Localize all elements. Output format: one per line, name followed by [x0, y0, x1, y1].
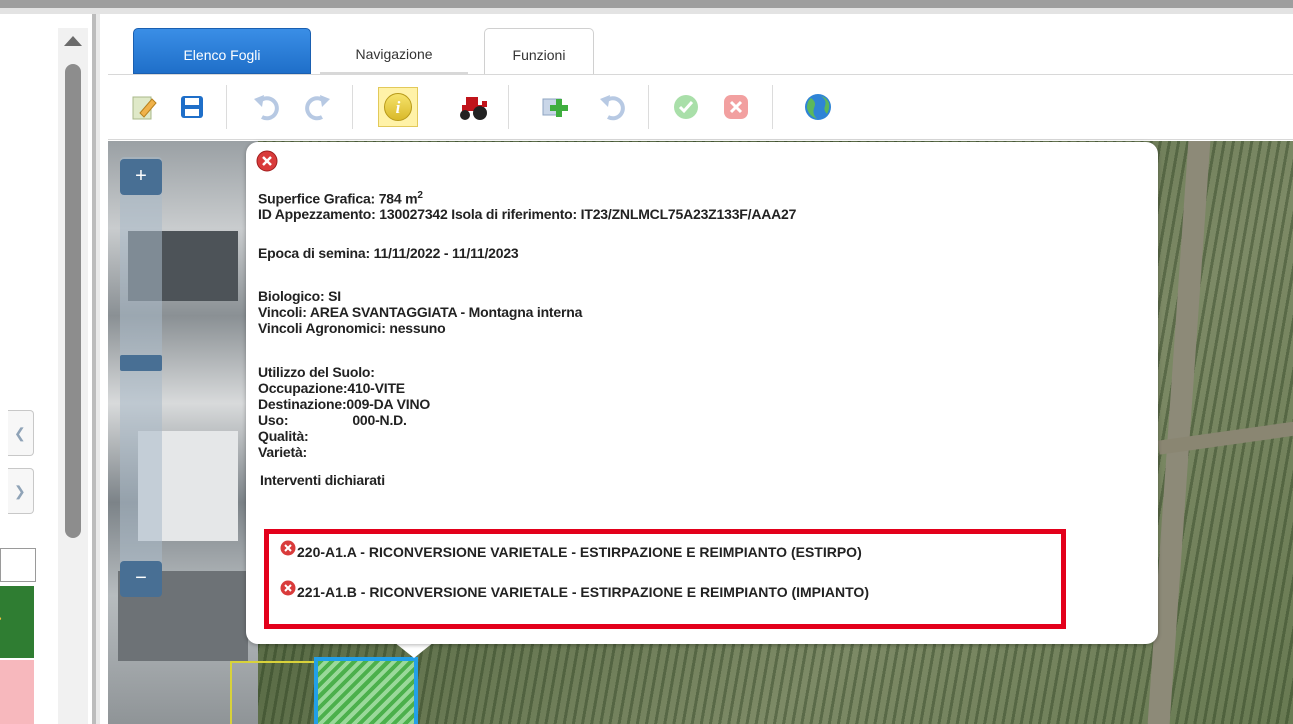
globe-button[interactable]: [798, 87, 838, 127]
toolbar-separator: [508, 85, 509, 129]
superficie-label: Superfice Grafica: 784 m: [258, 190, 418, 207]
parcel-info-popup: Superfice Grafica: 784 m2 ID Appezzament…: [246, 142, 1158, 644]
info-icon: i: [384, 93, 412, 121]
utilizzo-suolo: Utilizzo del Suolo:: [258, 364, 375, 380]
uso: Uso: 000-N.D.: [258, 412, 407, 428]
tab-navigazione[interactable]: Navigazione: [320, 28, 468, 74]
chevron-right-icon: ❯: [14, 483, 26, 499]
zoom-slider-thumb[interactable]: [120, 355, 162, 371]
cancel-icon: [724, 95, 748, 119]
chevron-left-icon: ❮: [14, 425, 26, 441]
edit-sheet-icon: [132, 96, 157, 120]
undo-add-button[interactable]: [592, 87, 632, 127]
save-button[interactable]: [172, 87, 212, 127]
selected-parcel[interactable]: [314, 657, 418, 724]
varieta: Varietà:: [258, 444, 307, 460]
intervento-row: 221-A1.B - RICONVERSIONE VARIETALE - EST…: [280, 580, 869, 600]
scroll-up-arrow-icon[interactable]: [64, 36, 82, 46]
globe-icon: [805, 94, 831, 120]
undo-icon: [254, 95, 279, 121]
qualita: Qualità:: [258, 428, 309, 444]
panel-splitter-shadow: [96, 14, 100, 724]
status-green-block: •: [0, 586, 34, 658]
collapse-button[interactable]: ❮: [8, 410, 34, 456]
zoom-in-button[interactable]: +: [120, 159, 162, 195]
confirm-button[interactable]: [666, 87, 706, 127]
cancel-button[interactable]: [716, 87, 756, 127]
top-border: [0, 0, 1293, 8]
redo-button[interactable]: [298, 87, 338, 127]
occupazione: Occupazione:410-VITE: [258, 380, 405, 396]
map-field-outline[interactable]: [230, 661, 320, 724]
left-panel: ❮ ❯ •: [0, 14, 40, 724]
confirm-icon: [674, 95, 698, 119]
map-toolbar: i: [108, 74, 1293, 140]
zoom-out-button[interactable]: −: [120, 561, 162, 597]
interventi-title: Interventi dichiarati: [260, 472, 385, 488]
left-input-field[interactable]: [0, 548, 36, 582]
undo2-icon: [600, 95, 625, 121]
epoca-semina: Epoca di semina: 11/11/2022 - 11/11/2023: [258, 245, 519, 261]
close-icon[interactable]: [256, 150, 278, 172]
intervento-label: 221-A1.B - RICONVERSIONE VARIETALE - EST…: [297, 584, 869, 600]
tractor-icon: [460, 97, 487, 120]
top-border-shadow: [0, 8, 1293, 14]
superficie-grafica: Superfice Grafica: 784 m2: [258, 188, 423, 207]
intervento-label: 220-A1.A - RICONVERSIONE VARIETALE - EST…: [297, 544, 862, 560]
biologico: Biologico: SI: [258, 288, 341, 304]
toolbar-separator: [226, 85, 227, 129]
add-button[interactable]: [536, 87, 576, 127]
status-marker: •: [0, 614, 2, 625]
add-icon: [542, 98, 568, 117]
tab-funzioni[interactable]: Funzioni: [484, 28, 594, 74]
redo-icon: [305, 95, 330, 121]
status-pink-block: [0, 660, 34, 724]
destinazione: Destinazione:009-DA VINO: [258, 396, 431, 412]
toolbar-separator: [352, 85, 353, 129]
toolbar-separator: [772, 85, 773, 129]
id-appezzamento: ID Appezzamento: 130027342 Isola di rife…: [258, 206, 797, 222]
undo-button[interactable]: [246, 87, 286, 127]
info-button[interactable]: i: [378, 87, 418, 127]
remove-intervento-icon[interactable]: [280, 540, 296, 556]
vincoli: Vincoli: AREA SVANTAGGIATA - Montagna in…: [258, 304, 583, 320]
zoom-slider-track[interactable]: [120, 157, 162, 593]
toolbar-separator: [648, 85, 649, 129]
uso-label: Uso:: [258, 412, 289, 428]
tractor-button[interactable]: [454, 87, 494, 127]
tab-elenco-fogli[interactable]: Elenco Fogli: [133, 28, 311, 74]
scrollbar-thumb[interactable]: [65, 64, 81, 538]
edit-sheet-button[interactable]: [124, 87, 164, 127]
intervento-row: 220-A1.A - RICONVERSIONE VARIETALE - EST…: [280, 540, 862, 560]
uso-value: 000-N.D.: [352, 412, 407, 428]
popup-pointer: [394, 642, 434, 658]
app-window: ❮ ❯ • Elenco Fogli Navigazione Funzioni: [0, 0, 1293, 724]
vincoli-agronomici: Vincoli Agronomici: nessuno: [258, 320, 446, 336]
save-icon: [181, 96, 203, 118]
remove-intervento-icon[interactable]: [280, 580, 296, 596]
superficie-unit-sup: 2: [417, 190, 423, 201]
expand-button[interactable]: ❯: [8, 468, 34, 514]
